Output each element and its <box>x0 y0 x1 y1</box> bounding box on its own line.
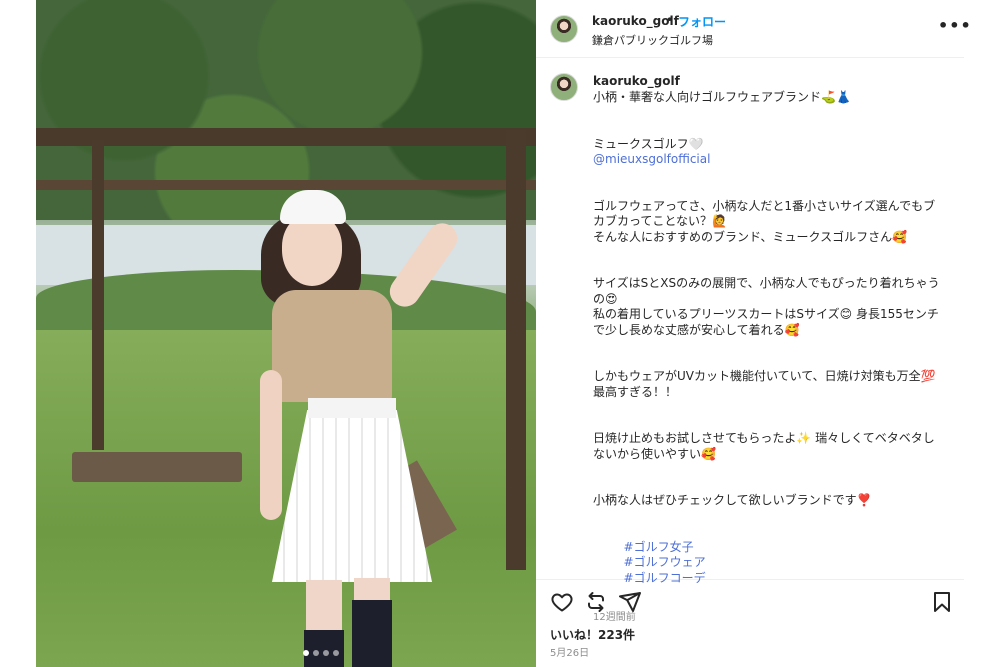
caption-username-link[interactable]: kaoruko_golf <box>593 74 680 88</box>
separator-dot: • <box>666 13 674 27</box>
carousel-dot <box>333 650 339 656</box>
skirt-waistband <box>308 398 396 418</box>
caption-line: の😍 <box>593 291 618 306</box>
pergola-beam-lower <box>36 180 536 190</box>
caption-line: 小柄な人はぜひチェックして欲しいブランドです❣️ <box>593 493 872 507</box>
heart-icon[interactable] <box>550 590 574 614</box>
location-link[interactable]: 鎌倉パブリックゴルフ場 <box>592 32 713 48</box>
caption-brand: ミュークスゴルフ🤍 <box>593 136 704 151</box>
pergola-post-left <box>92 140 104 450</box>
carousel-dot <box>313 650 319 656</box>
beige-polo-shirt <box>272 290 392 402</box>
caption-line: 私の着用しているプリーツスカートはSサイズ😊 身長155センチ <box>593 307 939 321</box>
right-sock <box>352 600 392 667</box>
caption-line: ないから使いやすい🥰 <box>593 446 716 461</box>
caption-line: サイズはSとXSのみの展開で、小柄な人でもぴったり着れちゃう <box>593 276 940 290</box>
caption-line: で少し長めな丈感が安心して着れる🥰 <box>593 322 800 337</box>
caption-text: 小柄・華奢な人向けゴルフウェアブランド⛳👗 ミュークスゴルフ🤍 @mieuxsg… <box>593 90 943 625</box>
avatar[interactable] <box>550 73 578 101</box>
post-header: kaoruko_golf • フォロー 鎌倉パブリックゴルフ場 ••• <box>536 0 971 58</box>
action-bar <box>536 588 964 618</box>
wooden-bench <box>72 452 242 482</box>
carousel-dot <box>303 650 309 656</box>
caption-line: 最高すぎる！！ <box>593 384 678 399</box>
carousel-indicator <box>303 650 339 656</box>
pergola-beam <box>36 128 536 146</box>
caption-line: しかもウェアがUVカット機能付いていて、日焼け対策も万全💯 <box>593 369 936 383</box>
pergola-post-right <box>506 130 526 570</box>
follow-button[interactable]: フォロー <box>678 13 726 30</box>
left-arm <box>260 370 282 520</box>
bookmark-icon[interactable] <box>930 590 954 614</box>
more-horizontal-icon[interactable]: ••• <box>938 16 972 35</box>
face <box>282 214 342 286</box>
post-date: 5月26日 <box>550 648 590 659</box>
post-photo[interactable]: › <box>36 0 536 667</box>
send-icon[interactable] <box>618 590 642 614</box>
repost-icon[interactable] <box>584 590 608 614</box>
likes-count[interactable]: いいね！223件 <box>550 626 635 643</box>
caption-area: kaoruko_golf 小柄・華奢な人向けゴルフウェアブランド⛳👗 ミュークス… <box>536 58 964 623</box>
hashtag-link[interactable]: #ゴルフコーデ <box>624 571 706 585</box>
avatar[interactable] <box>550 15 578 43</box>
caption-line: そんな人におすすめのブランド、ミュークスゴルフさん🥰 <box>593 229 908 244</box>
caption-line: カブカってことない？🙋 <box>593 214 727 228</box>
hashtag-link[interactable]: #ゴルフウェア <box>624 555 706 569</box>
caption-line: 小柄・華奢な人向けゴルフウェアブランド⛳👗 <box>593 90 851 104</box>
post-side-panel: kaoruko_golf • フォロー 鎌倉パブリックゴルフ場 ••• kaor… <box>536 0 971 667</box>
mention-link[interactable]: @mieuxsgolfofficial <box>593 152 943 168</box>
caption-line: ゴルフウェアってさ、小柄な人だと1番小さいサイズ選んでもブ <box>593 198 936 213</box>
carousel-dot <box>323 650 329 656</box>
left-sock <box>304 630 344 667</box>
caption-line: 日焼け止めもお試しさせてもらったよ✨ 瑞々しくてベタベタし <box>593 431 935 445</box>
hashtag-link[interactable]: #ゴルフ女子 <box>624 540 694 554</box>
